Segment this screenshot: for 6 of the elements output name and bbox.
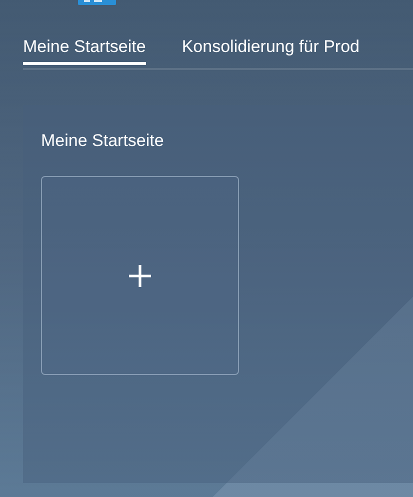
plus-icon	[128, 264, 152, 288]
tab[interactable]: Meine Startseite	[23, 30, 146, 65]
add-tile-button[interactable]	[41, 176, 239, 375]
section-title: Meine Startseite	[41, 130, 165, 152]
tab[interactable]: Konsolidierung für Prod	[182, 30, 360, 65]
logo-icon	[78, 0, 116, 5]
